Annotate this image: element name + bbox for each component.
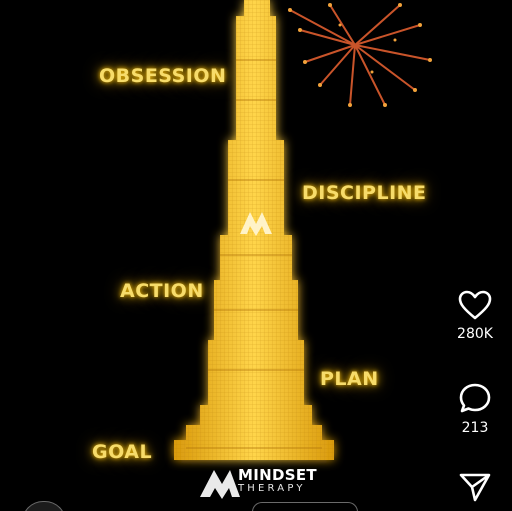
word-plan: PLAN: [320, 368, 379, 390]
brand-watermark: MINDSET THERAPY: [238, 468, 317, 495]
word-action: ACTION: [120, 280, 204, 302]
brand-subtitle: THERAPY: [238, 483, 306, 494]
mountain-logo-icon: [200, 470, 240, 499]
comment-button[interactable]: 213: [454, 382, 496, 436]
like-button[interactable]: 280K: [454, 290, 496, 342]
comment-icon[interactable]: [458, 382, 492, 414]
follow-button[interactable]: [252, 502, 358, 511]
brand-name: MINDSET: [238, 466, 317, 484]
word-goal: GOAL: [92, 441, 153, 463]
word-obsession: OBSESSION: [99, 65, 227, 87]
comment-count: 213: [461, 420, 489, 436]
heart-icon[interactable]: [458, 290, 492, 320]
reel-viewer: OBSESSION DISCIPLINE ACTION PLAN GOAL MI…: [0, 0, 512, 511]
fireworks: [288, 3, 432, 107]
share-button[interactable]: [456, 472, 494, 502]
poster-artwork: [174, 0, 432, 499]
like-count: 280K: [457, 326, 493, 342]
send-icon[interactable]: [458, 472, 492, 502]
word-discipline: DISCIPLINE: [302, 182, 427, 204]
